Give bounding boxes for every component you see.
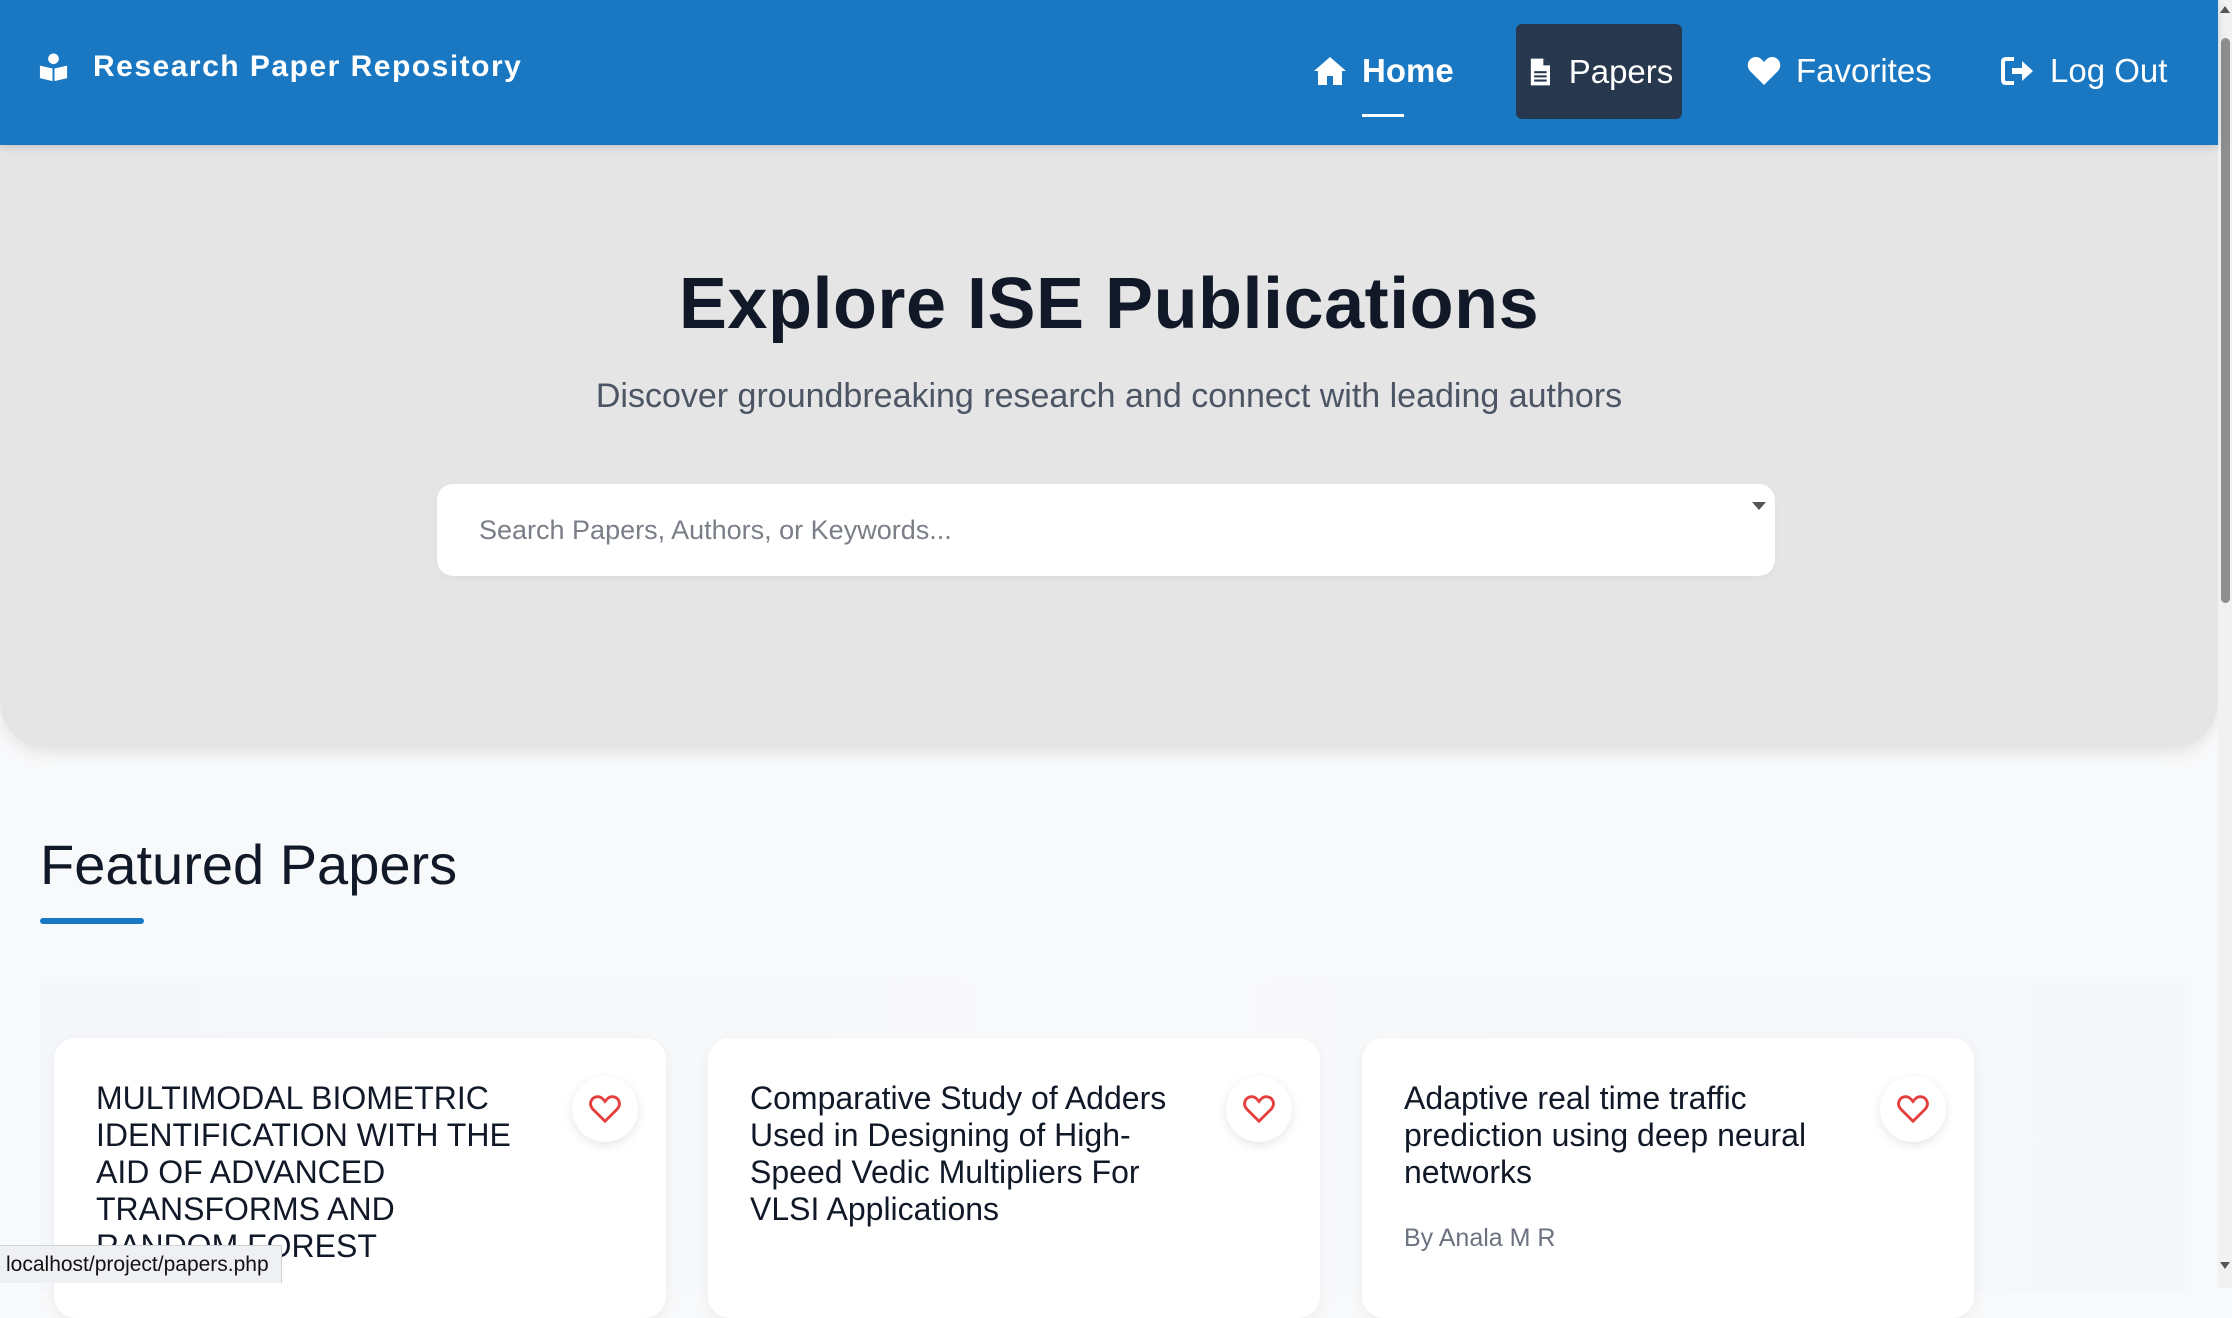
favorite-button[interactable] [572,1076,638,1142]
nav-logout-label: Log Out [2050,52,2168,89]
paper-title[interactable]: MULTIMODAL BIOMETRIC IDENTIFICATION WITH… [96,1080,516,1265]
scroll-up-arrow-icon[interactable] [2220,6,2230,13]
nav-logout[interactable]: Log Out [2000,52,2167,90]
paper-card[interactable]: Adaptive real time traffic prediction us… [1362,1038,1974,1318]
paper-card[interactable]: Comparative Study of Adders Used in Desi… [708,1038,1320,1318]
favorite-button[interactable] [1880,1076,1946,1142]
section-underline [40,918,144,924]
active-underline [1362,114,1404,117]
hero-section: Explore ISE Publications Discover ground… [0,145,2218,748]
paper-title[interactable]: Comparative Study of Adders Used in Desi… [750,1080,1170,1228]
navbar: Research Paper Repository Home Papers Fa… [0,0,2218,145]
nav-home-label: Home [1362,52,1454,89]
nav-favorites[interactable]: Favorites [1746,52,1932,90]
brand[interactable]: Research Paper Repository [38,50,522,84]
heart-outline-icon [589,1095,621,1124]
home-icon [1314,57,1346,85]
scroll-down-arrow-icon[interactable] [2220,1262,2230,1269]
nav-favorites-label: Favorites [1796,52,1932,89]
hero-title: Explore ISE Publications [678,264,1540,344]
heart-outline-icon [1897,1095,1929,1124]
paper-title[interactable]: Adaptive real time traffic prediction us… [1404,1080,1824,1191]
search-input[interactable] [437,484,1775,576]
paper-author: By Anala M R [1404,1224,1556,1252]
status-url: localhost/project/papers.php [0,1245,282,1283]
nav-home[interactable]: Home [1312,52,1454,117]
section-title: Featured Papers [40,833,458,896]
scroll-thumb[interactable] [2221,38,2230,603]
hero-subtitle: Discover groundbreaking research and con… [595,377,1623,415]
book-reader-icon [39,52,68,81]
heart-outline-icon [1243,1095,1275,1124]
nav-papers[interactable]: Papers [1516,24,1682,119]
heart-icon [1747,57,1781,85]
brand-title: Research Paper Repository [93,50,523,83]
sign-out-icon [2001,57,2033,85]
scrollbar[interactable] [2218,0,2232,1288]
dropdown-caret-icon[interactable] [1752,502,1766,510]
document-icon [1530,58,1550,85]
nav-papers-label: Papers [1568,52,1674,90]
favorite-button[interactable] [1226,1076,1292,1142]
